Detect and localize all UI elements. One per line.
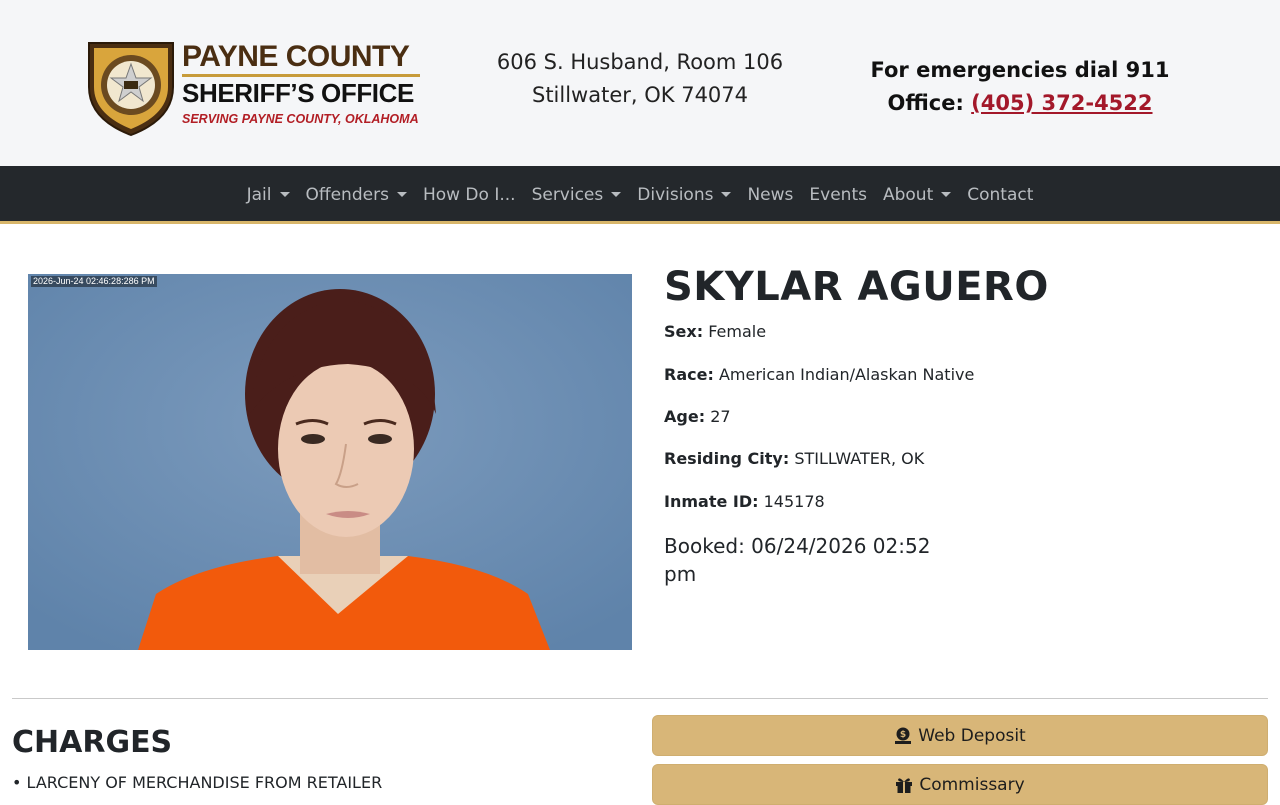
- inmate-photo: 2026-Jun-24 02:46:28:286 PM: [28, 274, 632, 650]
- gift-icon: [896, 777, 913, 793]
- money-deposit-icon: $: [895, 727, 912, 744]
- svg-text:$: $: [900, 730, 906, 740]
- caret-down-icon: [941, 192, 952, 197]
- age-label: Age:: [664, 407, 706, 426]
- caret-down-icon: [396, 192, 407, 197]
- address-line-1: 606 S. Husband, Room 106: [496, 50, 784, 74]
- logo-title: PAYNE COUNTY: [182, 40, 410, 73]
- nav-item-offenders[interactable]: Offenders: [298, 185, 415, 205]
- nav-item-jail[interactable]: Jail: [239, 185, 298, 205]
- city-value: STILLWATER, OK: [794, 449, 925, 468]
- nav-item-contact[interactable]: Contact: [959, 185, 1041, 205]
- inmate-id-field: Inmate ID: 145178: [664, 492, 825, 512]
- nav-item-how-do-i[interactable]: How Do I...: [415, 185, 524, 205]
- logo-rule: [182, 74, 420, 77]
- office-label: Office:: [887, 91, 964, 115]
- charges-heading: CHARGES: [12, 725, 173, 760]
- inmate-id-value: 145178: [763, 492, 825, 511]
- nav-item-about[interactable]: About: [875, 185, 959, 205]
- logo-subtitle: SHERIFF’S OFFICE: [182, 78, 414, 108]
- inmate-details: SKYLAR AGUERO Sex: Female Race: American…: [664, 262, 1264, 586]
- site-logo[interactable]: PAYNE COUNTY SHERIFF’S OFFICE SERVING PA…: [85, 37, 425, 137]
- office-address: 606 S. Husband, Room 106 Stillwater, OK …: [490, 46, 790, 112]
- sheriff-badge-icon: [88, 42, 174, 137]
- race-field: Race: American Indian/Alaskan Native: [664, 365, 974, 385]
- office-phone-line: Office: (405) 372-4522: [870, 87, 1170, 120]
- commissary-label: Commissary: [919, 774, 1025, 795]
- commissary-button[interactable]: Commissary: [652, 764, 1268, 805]
- booked-info: Booked: 06/24/2026 02:52 pm: [664, 532, 964, 588]
- nav-item-divisions[interactable]: Divisions: [629, 185, 739, 205]
- nav-item-services[interactable]: Services: [524, 185, 630, 205]
- nav-item-news[interactable]: News: [739, 185, 801, 205]
- mugshot-image: [28, 274, 632, 650]
- inmate-id-label: Inmate ID:: [664, 492, 759, 511]
- web-deposit-button[interactable]: $ Web Deposit: [652, 715, 1268, 756]
- race-value: American Indian/Alaskan Native: [718, 365, 975, 384]
- office-phone-link[interactable]: (405) 372-4522: [971, 91, 1152, 115]
- sex-field: Sex: Female: [664, 322, 766, 342]
- sex-label: Sex:: [664, 322, 704, 341]
- nav-item-events[interactable]: Events: [801, 185, 875, 205]
- race-label: Race:: [664, 365, 714, 384]
- web-deposit-label: Web Deposit: [918, 725, 1026, 746]
- age-field: Age: 27: [664, 407, 731, 427]
- sex-value: Female: [708, 322, 767, 341]
- section-divider: [12, 698, 1268, 699]
- city-field: Residing City: STILLWATER, OK: [664, 449, 924, 469]
- address-line-2: Stillwater, OK 74074: [531, 83, 749, 107]
- inmate-name: SKYLAR AGUERO: [664, 264, 1049, 310]
- site-header: PAYNE COUNTY SHERIFF’S OFFICE SERVING PA…: [0, 0, 1280, 166]
- main-nav: Jail Offenders How Do I... Services Divi…: [0, 166, 1280, 224]
- charge-item: • LARCENY OF MERCHANDISE FROM RETAILER: [12, 773, 383, 792]
- booked-label: Booked:: [664, 534, 745, 558]
- caret-down-icon: [721, 192, 732, 197]
- photo-timestamp: 2026-Jun-24 02:46:28:286 PM: [31, 276, 157, 287]
- age-value: 27: [710, 407, 731, 426]
- emergency-text: For emergencies dial 911: [870, 58, 1170, 82]
- city-label: Residing City:: [664, 449, 790, 468]
- caret-down-icon: [279, 192, 290, 197]
- contact-info: For emergencies dial 911 Office: (405) 3…: [870, 54, 1170, 120]
- caret-down-icon: [611, 192, 622, 197]
- logo-tagline: SERVING PAYNE COUNTY, OKLAHOMA: [182, 112, 419, 126]
